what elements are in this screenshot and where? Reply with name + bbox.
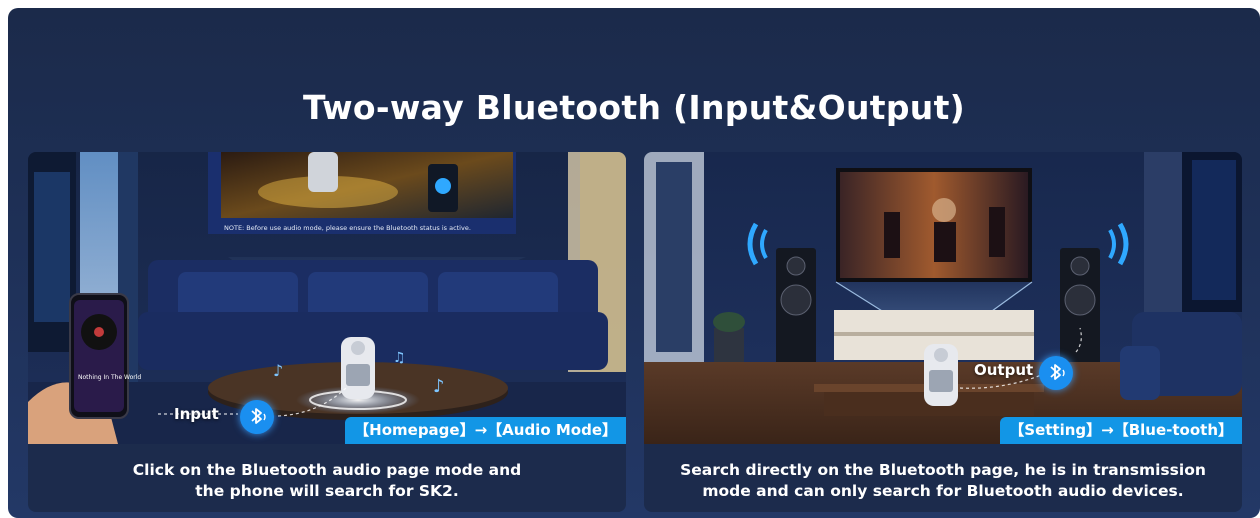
- page-title: Two-way Bluetooth (Input&Output): [302, 88, 966, 127]
- banner: Two-way Bluetooth (Input&Output) ♪ ♫ ♪ N…: [8, 8, 1260, 518]
- input-label: Input: [174, 405, 219, 423]
- bluetooth-icon: [1039, 356, 1073, 390]
- input-caption-line2: the phone will search for SK2.: [195, 482, 459, 500]
- output-panel: Output 【Setting】→【Blue-tooth】 Search dir…: [644, 152, 1242, 512]
- output-caption-line2: mode and can only search for Bluetooth a…: [702, 482, 1184, 500]
- screen-note: NOTE: Before use audio mode, please ensu…: [224, 224, 471, 232]
- input-scene-image: ♪ ♫ ♪: [28, 152, 626, 444]
- svg-text:♪: ♪: [273, 361, 283, 380]
- homepage-audio-mode-tag: 【Homepage】→【Audio Mode】: [345, 417, 626, 444]
- phone-song-title: Nothing In The World: [78, 374, 142, 381]
- output-caption: Search directly on the Bluetooth page, h…: [644, 460, 1242, 502]
- input-panel: ♪ ♫ ♪ NOTE: Before use audio mode, pleas…: [28, 152, 626, 512]
- input-caption-line1: Click on the Bluetooth audio page mode a…: [132, 461, 522, 479]
- input-caption: Click on the Bluetooth audio page mode a…: [28, 460, 626, 502]
- svg-text:♫: ♫: [393, 350, 406, 366]
- output-caption-line1: Search directly on the Bluetooth page, h…: [680, 461, 1206, 479]
- output-label: Output: [974, 361, 1034, 379]
- output-scene-image: [644, 152, 1242, 444]
- setting-bluetooth-tag: 【Setting】→【Blue-tooth】: [1000, 417, 1242, 444]
- bluetooth-icon: [240, 400, 274, 434]
- svg-text:♪: ♪: [433, 376, 445, 397]
